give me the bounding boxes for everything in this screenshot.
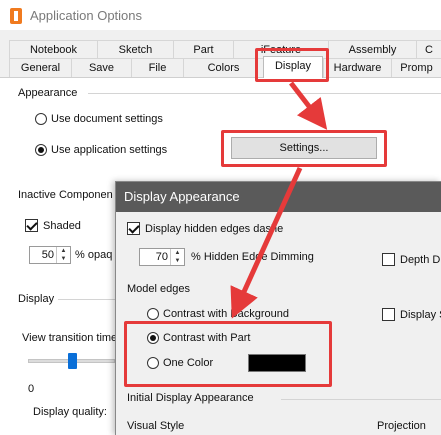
projection-label: Projection [377, 420, 426, 432]
slider-min-label: 0 [28, 383, 35, 395]
app-logo-icon [10, 8, 22, 24]
contrast-background-label: Contrast with Background [163, 308, 289, 320]
inactive-component-heading: Inactive Componen [18, 189, 113, 201]
tab-hardware[interactable]: Hardware [323, 58, 391, 77]
tab-assembly[interactable]: Assembly [328, 40, 416, 58]
tab-save[interactable]: Save [71, 58, 131, 77]
view-transition-thumb[interactable] [67, 353, 77, 369]
tab-row-2: General Save File Colors Display Hardwar… [0, 56, 441, 78]
shaded-label: Shaded [43, 220, 81, 232]
tab-file[interactable]: File [131, 58, 183, 77]
shaded-checkbox[interactable] [25, 219, 38, 232]
tab-row-1: Notebook Sketch Part iFeature Assembly C [0, 40, 441, 58]
dimming-stepper[interactable]: 70 ▲ ▼ [139, 248, 185, 266]
window-title: Application Options [30, 8, 143, 23]
visual-style-label: Visual Style [127, 420, 185, 432]
display-si-checkbox[interactable] [382, 308, 395, 321]
use-application-settings-label: Use application settings [51, 144, 168, 156]
initial-display-heading: Initial Display Appearance [127, 392, 254, 404]
dimming-label: % Hidden Edge Dimming [191, 251, 314, 263]
view-transition-label: View transition time [22, 332, 118, 344]
opacity-stepper[interactable]: 50 ▲ ▼ [29, 246, 71, 264]
opacity-value: 50 [41, 249, 54, 261]
tab-sketch[interactable]: Sketch [97, 40, 173, 58]
tab-c[interactable]: C [416, 40, 441, 58]
model-edges-highlight [124, 321, 332, 387]
depth-dim-checkbox[interactable] [382, 253, 395, 266]
initial-display-divider [281, 399, 441, 400]
model-edges-heading: Model edges [127, 283, 190, 295]
tab-notebook[interactable]: Notebook [9, 40, 97, 58]
use-document-settings-radio[interactable] [35, 113, 47, 125]
display-appearance-dialog: Display Appearance Display hidden edges … [115, 181, 441, 435]
display-divider [58, 299, 115, 300]
display-quality-label: Display quality: [33, 406, 107, 418]
appearance-divider [88, 93, 441, 94]
opacity-stepper-arrows[interactable]: ▲ ▼ [56, 247, 70, 263]
contrast-background-radio[interactable] [147, 308, 159, 320]
depth-dim-label: Depth Dim [400, 254, 441, 266]
tab-prompts[interactable]: Promp [391, 58, 441, 77]
use-document-settings-label: Use document settings [51, 113, 163, 125]
dialog-title: Display Appearance [116, 182, 441, 212]
display-si-label: Display Si [400, 309, 441, 321]
settings-button-highlight [221, 130, 387, 167]
opacity-label: % opaq [75, 249, 113, 261]
display-tab-highlight [255, 48, 329, 82]
hidden-edges-label: Display hidden edges dashe [145, 223, 284, 235]
display-heading: Display [18, 293, 55, 305]
dimming-stepper-arrows[interactable]: ▲ ▼ [170, 249, 184, 265]
tab-part[interactable]: Part [173, 40, 233, 58]
hidden-edges-checkbox[interactable] [127, 222, 140, 235]
tab-colors[interactable]: Colors [183, 58, 263, 77]
tab-general[interactable]: General [9, 58, 71, 77]
use-application-settings-radio[interactable] [35, 144, 47, 156]
dimming-value: 70 [155, 251, 168, 263]
appearance-heading: Appearance [18, 87, 78, 99]
